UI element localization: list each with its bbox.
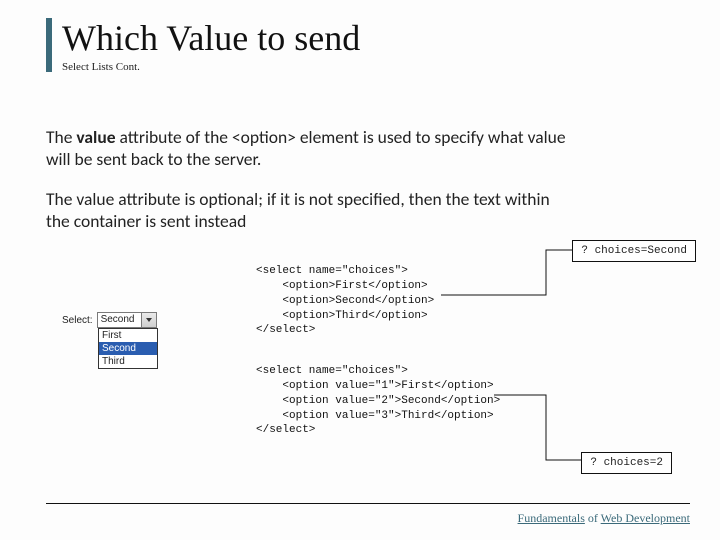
select-label: Select:	[62, 315, 93, 326]
body: The value attribute of the <option> elem…	[46, 127, 674, 233]
paragraph-2: The value attribute is optional; if it i…	[46, 189, 566, 233]
result-explicit: ? choices=2	[581, 452, 672, 474]
option-third[interactable]: Third	[99, 355, 157, 368]
page-subtitle: Select Lists Cont.	[62, 61, 674, 73]
select-value: Second	[98, 313, 141, 327]
footer-b: of	[585, 511, 601, 525]
code-block-explicit: <select name="choices"> <option value="1…	[256, 364, 500, 438]
select-mock: Select: Second First Second Third	[62, 312, 182, 369]
footer-c: Web Development	[601, 511, 690, 525]
diagram: Select: Second First Second Third <selec…	[46, 254, 690, 484]
p1-tag: <option>	[232, 126, 296, 148]
accent-bar	[46, 18, 52, 72]
paragraph-1: The value attribute of the <option> elem…	[46, 127, 566, 171]
code-block-implicit: <select name="choices"> <option>First</o…	[256, 264, 434, 338]
select-dropdown: First Second Third	[98, 328, 158, 369]
chevron-down-icon[interactable]	[141, 313, 156, 327]
option-first[interactable]: First	[99, 329, 157, 342]
option-second[interactable]: Second	[99, 342, 157, 355]
p1-prefix: The	[46, 126, 76, 148]
slide: Which Value to send Select Lists Cont. T…	[0, 0, 720, 540]
footer-a: Fundamentals	[518, 511, 585, 525]
footer: Fundamentals of Web Development	[518, 511, 690, 526]
select-box[interactable]: Second	[97, 312, 157, 328]
result-implicit: ? choices=Second	[572, 240, 696, 262]
footer-rule	[46, 503, 690, 504]
p1-mid: attribute of the	[116, 126, 232, 148]
page-title: Which Value to send	[62, 18, 674, 59]
p1-bold: value	[76, 126, 115, 148]
